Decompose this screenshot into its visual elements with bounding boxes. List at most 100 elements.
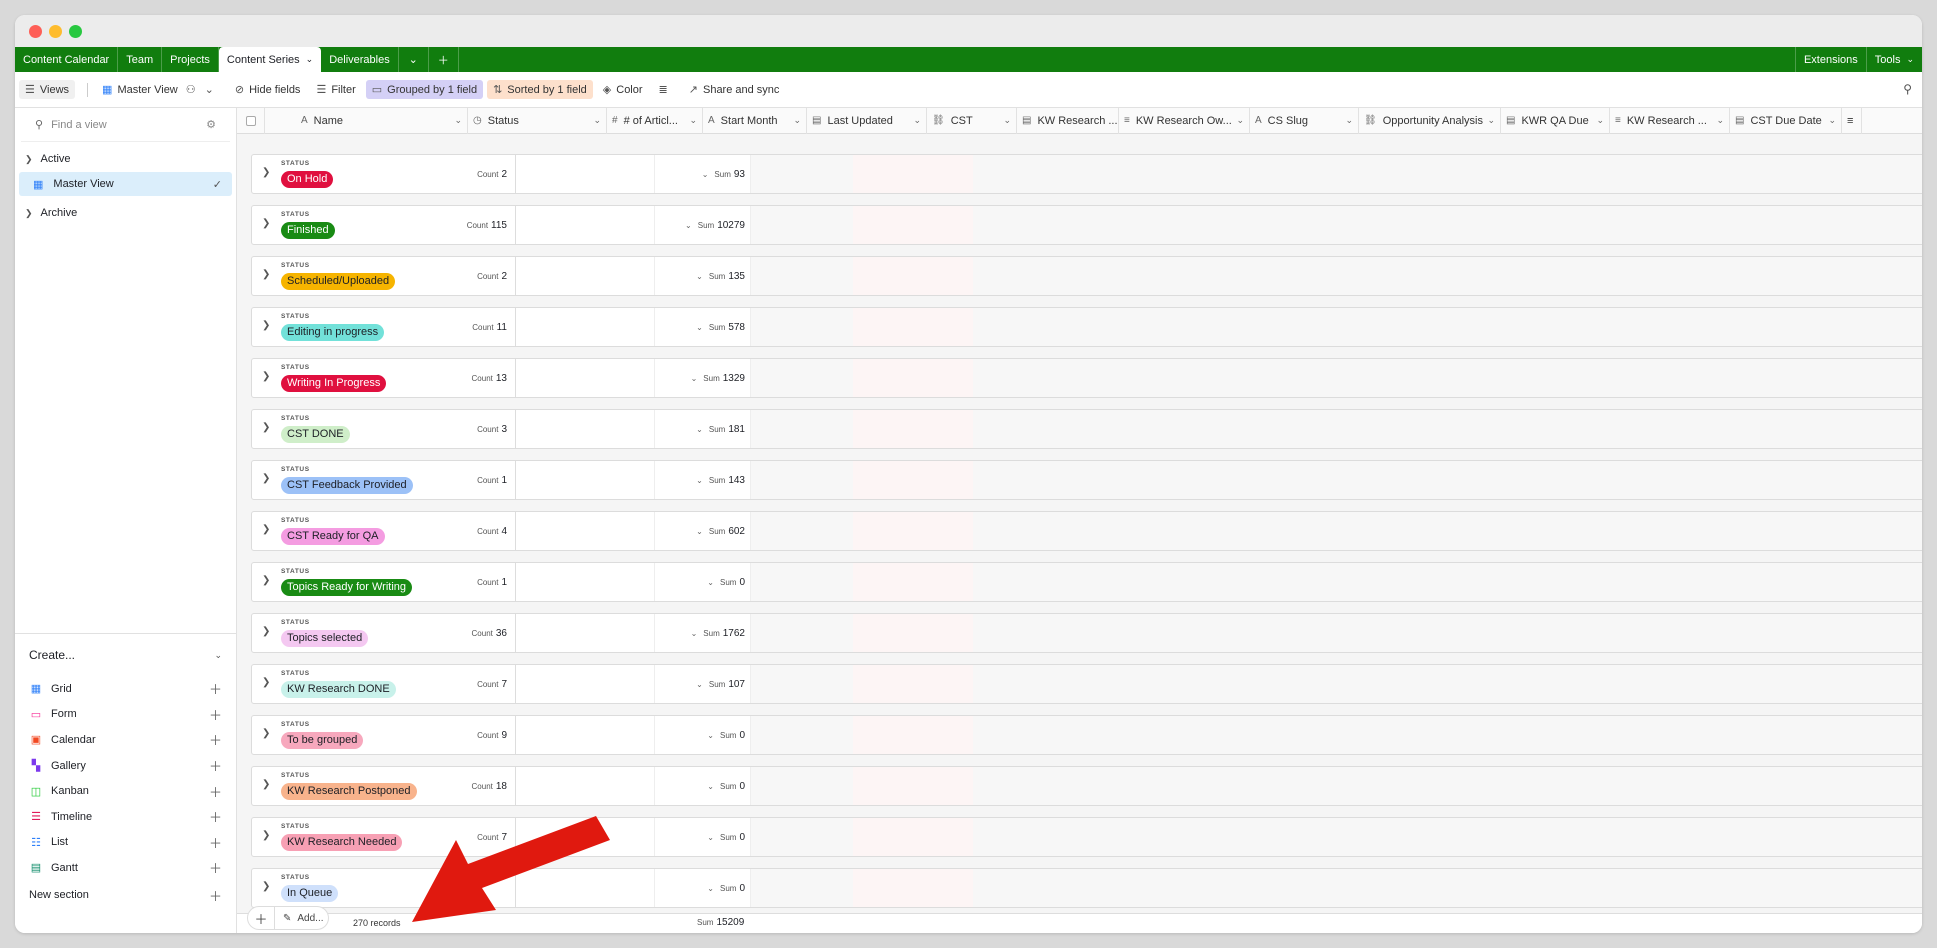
create-timeline-view[interactable]: ☰ Timeline ＋ <box>15 804 236 830</box>
chevron-right-icon[interactable]: ❯ <box>262 473 270 484</box>
create-grid-view[interactable]: ▦ Grid ＋ <box>15 676 236 702</box>
create-calendar-view[interactable]: ▣ Calendar ＋ <box>15 727 236 753</box>
chevron-right-icon[interactable]: ❯ <box>262 830 270 841</box>
chevron-right-icon[interactable]: ❯ <box>262 524 270 535</box>
column-header-cs-slug[interactable]: A CS Slug ⌄ <box>1250 108 1359 134</box>
group-sum-cell[interactable]: ⌄ Sum 1329 <box>655 359 751 397</box>
column-header-kw-research[interactable]: ▤KW Research ...⌄ <box>1017 108 1119 134</box>
share-sync-button[interactable]: ↗ Share and sync <box>683 80 786 99</box>
chevron-down-icon[interactable]: ⌄ <box>1003 115 1011 126</box>
column-header-opportunity-analysis[interactable]: ⛓ Opportunity Analysis ⌄ <box>1359 108 1501 134</box>
status-group-in-queue[interactable]: ❯ STATUS In Queue ⌄ Sum 0 <box>251 868 1922 908</box>
filter-button[interactable]: ☰ Filter <box>310 80 361 99</box>
sidebar-section-active[interactable]: ❯ Active <box>15 148 236 170</box>
group-sum-cell[interactable]: ⌄ Sum 1762 <box>655 614 751 652</box>
column-header-cst-due-date[interactable]: ▤ CST Due Date ⌄ <box>1730 108 1842 134</box>
sidebar-view-master-view[interactable]: ▦ Master View ✓ <box>19 172 232 196</box>
chevron-down-icon[interactable]: ⌄ <box>593 115 601 126</box>
view-switcher-button[interactable]: ▦ Master View ⚇ ⌄ <box>96 80 225 99</box>
chevron-down-icon[interactable]: ⌄ <box>454 115 462 126</box>
group-sum-cell[interactable]: ⌄ Sum 0 <box>655 869 751 907</box>
add-record-button[interactable]: ＋ <box>247 906 275 930</box>
status-group-kw-research-postponed[interactable]: ❯ STATUS KW Research Postponed Count 18 ⌄ Sum 0 <box>251 766 1922 806</box>
chevron-right-icon[interactable]: ❯ <box>262 575 270 586</box>
chevron-right-icon[interactable]: ❯ <box>262 371 270 382</box>
tab-team[interactable]: Team <box>118 47 163 72</box>
close-window-button[interactable] <box>29 25 42 38</box>
find-view-search[interactable]: ⚲ Find a view ⚙ <box>21 108 230 142</box>
tools-button[interactable]: Tools ⌄ <box>1865 47 1922 72</box>
chevron-right-icon[interactable]: ❯ <box>262 626 270 637</box>
hide-fields-button[interactable]: ⊘ Hide fields <box>229 80 307 99</box>
create-form-view[interactable]: ▭ Form ＋ <box>15 702 236 728</box>
minimize-window-button[interactable] <box>49 25 62 38</box>
add-menu-button[interactable]: ✎ Add... <box>275 906 329 930</box>
new-section-button[interactable]: New section ＋ <box>15 883 236 908</box>
color-button[interactable]: ◈ Color <box>597 80 649 99</box>
chevron-down-icon[interactable]: ⌄ <box>1487 115 1495 126</box>
status-group-cst-done[interactable]: ❯ STATUS CST DONE Count 3 ⌄ Sum 181 <box>251 409 1922 449</box>
gear-icon[interactable]: ⚙ <box>206 118 216 131</box>
tab-content-calendar[interactable]: Content Calendar <box>15 47 119 72</box>
tab-content-series[interactable]: Content Series ⌄ <box>218 47 322 72</box>
column-header-name[interactable]: A Name ⌄ <box>265 108 468 134</box>
status-group-scheduled-uploaded[interactable]: ❯ STATUS Scheduled/Uploaded Count 2 ⌄ Sum 135 <box>251 256 1922 296</box>
sidebar-section-archive[interactable]: ❯ Archive <box>15 202 236 224</box>
status-group-to-be-grouped[interactable]: ❯ STATUS To be grouped Count 9 ⌄ Sum 0 <box>251 715 1922 755</box>
create-toggle[interactable]: Create... ⌄ <box>15 644 236 666</box>
column-header-start-month[interactable]: A Start Month ⌄ <box>703 108 807 134</box>
create-gantt-view[interactable]: ▤ Gantt ＋ <box>15 855 236 881</box>
tab-menu-chevron-icon[interactable]: ⌄ <box>399 47 429 72</box>
create-kanban-view[interactable]: ◫ Kanban ＋ <box>15 778 236 804</box>
status-group-on-hold[interactable]: ❯ STATUS On Hold Count 2 ⌄ Sum 93 <box>251 154 1922 194</box>
views-toggle-button[interactable]: ☰ Views <box>19 80 76 99</box>
column-header-of-articl[interactable]: # # of Articl... ⌄ <box>607 108 703 134</box>
chevron-down-icon[interactable]: ⌄ <box>1828 115 1836 126</box>
group-sum-cell[interactable]: ⌄ Sum 135 <box>655 257 751 295</box>
group-sum-cell[interactable]: ⌄ Sum 181 <box>655 410 751 448</box>
group-sum-cell[interactable]: ⌄ Sum 602 <box>655 512 751 550</box>
column-header-kw-research[interactable]: ≡ KW Research ... ⌄ <box>1610 108 1730 134</box>
group-sum-cell[interactable]: ⌄ Sum 93 <box>655 155 751 193</box>
chevron-down-icon[interactable]: ⌄ <box>689 115 697 126</box>
create-gallery-view[interactable]: ▚ Gallery ＋ <box>15 753 236 779</box>
status-group-cst-feedback-provided[interactable]: ❯ STATUS CST Feedback Provided Count 1 ⌄ Sum 14… <box>251 460 1922 500</box>
column-header-last-updated[interactable]: ▤ Last Updated ⌄ <box>807 108 927 134</box>
status-group-kw-research-needed[interactable]: ❯ STATUS KW Research Needed Count 7 ⌄ Sum 0 <box>251 817 1922 857</box>
chevron-right-icon[interactable]: ❯ <box>262 269 270 280</box>
status-group-finished[interactable]: ❯ STATUS Finished Count 115 ⌄ Sum 10279 <box>251 205 1922 245</box>
chevron-down-icon[interactable]: ⌄ <box>793 115 801 126</box>
chevron-down-icon[interactable]: ⌄ <box>306 54 314 65</box>
group-sum-cell[interactable]: ⌄ Sum 0 <box>655 716 751 754</box>
group-sum-cell[interactable]: ⌄ Sum 0 <box>655 767 751 805</box>
more-columns-icon[interactable]: ≡ <box>1842 108 1862 134</box>
status-group-kw-research-done[interactable]: ❯ STATUS KW Research DONE Count 7 ⌄ Sum 107 <box>251 664 1922 704</box>
group-button[interactable]: ▭ Grouped by 1 field <box>365 80 484 99</box>
group-sum-cell[interactable]: ⌄ Sum 10279 <box>655 206 751 244</box>
tab-projects[interactable]: Projects <box>162 47 219 72</box>
group-sum-cell[interactable]: ⌄ Sum 0 <box>655 818 751 856</box>
chevron-right-icon[interactable]: ❯ <box>262 422 270 433</box>
tab-deliverables[interactable]: Deliverables <box>321 47 399 72</box>
chevron-down-icon[interactable]: ⌄ <box>1236 115 1244 126</box>
select-all-checkbox[interactable] <box>237 108 265 134</box>
chevron-right-icon[interactable]: ❯ <box>262 779 270 790</box>
maximize-window-button[interactable] <box>69 25 82 38</box>
group-sum-cell[interactable]: ⌄ Sum 0 <box>655 563 751 601</box>
status-group-cst-ready-for-qa[interactable]: ❯ STATUS CST Ready for QA Count 4 ⌄ Sum 602 <box>251 511 1922 551</box>
chevron-down-icon[interactable]: ⌄ <box>1716 115 1724 126</box>
status-group-editing-in-progress[interactable]: ❯ STATUS Editing in progress Count 11 ⌄ Sum 578 <box>251 307 1922 347</box>
status-group-writing-in-progress[interactable]: ❯ STATUS Writing In Progress Count 13 ⌄ Sum 132… <box>251 358 1922 398</box>
sort-button[interactable]: ⇅ Sorted by 1 field <box>487 80 593 99</box>
column-header-kwr-qa-due[interactable]: ▤ KWR QA Due ⌄ <box>1501 108 1610 134</box>
extensions-button[interactable]: Extensions <box>1794 47 1866 72</box>
row-height-button[interactable]: ≣ <box>653 80 679 99</box>
column-header-kw-research-ow[interactable]: ≡ KW Research Ow... ⌄ <box>1119 108 1250 134</box>
column-header-cst[interactable]: ⛓ CST ⌄ <box>927 108 1017 134</box>
chevron-right-icon[interactable]: ❯ <box>262 320 270 331</box>
add-table-plus-icon[interactable]: ＋ <box>429 47 459 72</box>
status-group-topics-ready-for-writing[interactable]: ❯ STATUS Topics Ready for Writing Count 1 ⌄ Su… <box>251 562 1922 602</box>
chevron-right-icon[interactable]: ❯ <box>262 881 270 892</box>
chevron-right-icon[interactable]: ❯ <box>262 167 270 178</box>
search-icon[interactable]: ⚲ <box>1903 82 1912 96</box>
